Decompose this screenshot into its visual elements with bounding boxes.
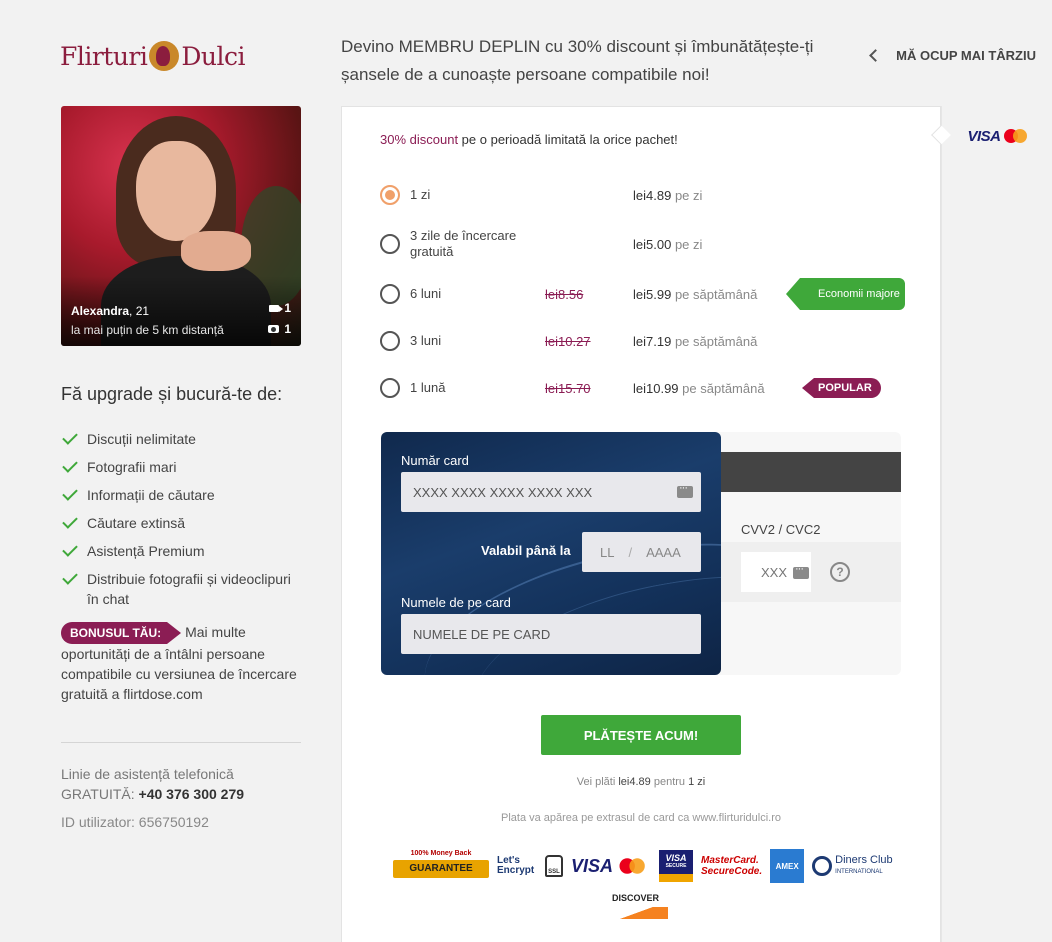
cvv-label: CVV2 / CVC2	[741, 522, 821, 537]
checkmark-icon	[62, 513, 78, 529]
cardholder-name-label: Numele de pe card	[401, 595, 511, 610]
expiry-year: AAAA	[646, 544, 681, 560]
plan-price: lei7.19 pe săptămână	[633, 333, 758, 349]
video-count: 1	[269, 301, 291, 315]
diners-club-logo: Diners Club INTERNATIONAL	[812, 855, 893, 877]
trust-badges: 100% Money Back GUARANTEE Let's Encrypt …	[393, 846, 893, 886]
bonus-section: BONUSUL TĂU: Mai multe oportunități de a …	[61, 622, 301, 704]
profile-photo-hand	[181, 231, 251, 271]
mastercard-icon	[1003, 129, 1028, 143]
cardholder-name-input[interactable]: NUMELE DE PE CARD	[401, 614, 701, 654]
expiry-month: LL	[600, 544, 615, 560]
video-icon	[269, 304, 284, 312]
card-number-label: Număr card	[401, 453, 469, 468]
plan-radio[interactable]	[380, 234, 400, 254]
plan-option-3-months[interactable]: 3 luni lei10.27 lei7.19 pe săptămână	[380, 323, 905, 359]
letsencrypt-badge: Let's Encrypt	[497, 855, 535, 876]
card-number-input[interactable]: XXXX XXXX XXXX XXXX XXX	[401, 472, 701, 512]
user-id: ID utilizator: 656750192	[61, 814, 209, 830]
plan-name: 1 lună	[410, 380, 446, 395]
checkmark-icon	[62, 485, 78, 501]
plan-option-6-months[interactable]: 6 luni lei8.56 lei5.99 pe săptămână Econ…	[380, 276, 905, 312]
statement-note: Plata va apărea pe extrasul de card ca w…	[500, 812, 782, 824]
ssl-lock-icon: SSL	[545, 855, 563, 877]
cvv-help-icon[interactable]: ?	[830, 562, 850, 582]
card-keypad-icon	[793, 563, 809, 579]
benefit-item: Distribuie fotografii și videoclipuri în…	[61, 569, 306, 609]
plan-name: 1 zi	[410, 187, 431, 202]
payment-method-sidebar: VISA	[941, 106, 1052, 942]
camera-icon	[268, 325, 280, 333]
benefits-list: Discuții nelimitate Fotografii mari Info…	[61, 429, 306, 617]
mastercard-icon	[619, 858, 653, 874]
profile-photo-face	[136, 141, 216, 241]
plan-radio[interactable]	[380, 331, 400, 351]
visa-secure-badge: VISA SECURE	[659, 850, 694, 882]
chevron-left-icon	[869, 49, 882, 62]
checkmark-icon	[62, 457, 78, 473]
card-keypad-icon	[677, 482, 693, 498]
profile-distance: la mai puțin de 5 km distanță	[71, 323, 224, 337]
plan-option-1-day[interactable]: 1 zi lei4.89 pe zi	[380, 177, 905, 213]
plan-radio[interactable]	[380, 284, 400, 304]
photo-count: 1	[268, 322, 291, 336]
plan-price: lei5.00 pe zi	[633, 236, 703, 252]
amex-logo: AMEX	[770, 849, 805, 883]
card-front: Număr card XXXX XXXX XXXX XXXX XXX Valab…	[381, 432, 721, 675]
checkmark-icon	[62, 569, 78, 585]
benefit-item: Asistență Premium	[61, 541, 306, 561]
brand-name-part1: Flirturi	[60, 41, 148, 71]
diners-circle-icon	[812, 856, 833, 876]
popular-badge: POPULAR	[802, 378, 881, 398]
money-back-guarantee-badge: 100% Money Back GUARANTEE	[393, 850, 489, 882]
later-button[interactable]: MĂ OCUP MAI TÂRZIU	[869, 48, 1036, 63]
later-label: MĂ OCUP MAI TÂRZIU	[896, 48, 1036, 63]
brand-name-part2: Dulci	[181, 41, 246, 71]
bonus-tag: BONUSUL TĂU:	[61, 622, 182, 645]
plan-radio[interactable]	[380, 185, 400, 205]
plan-radio[interactable]	[380, 378, 400, 398]
valid-until-label: Valabil până la	[481, 543, 571, 558]
discover-stripe	[620, 907, 668, 919]
profile-card[interactable]: Alexandra, 21 la mai puțin de 5 km dista…	[61, 106, 301, 346]
plan-price: lei10.99 pe săptămână	[633, 380, 765, 396]
plan-price: lei5.99 pe săptămână	[633, 286, 758, 302]
upgrade-headline: Devino MEMBRU DEPLIN cu 30% discount și …	[341, 37, 814, 84]
checkmark-icon	[62, 541, 78, 557]
plan-option-3-day-trial[interactable]: 3 zile de încercare gratuită lei5.00 pe …	[380, 226, 905, 262]
payment-method-card-tab[interactable]: VISA	[942, 120, 1052, 152]
expiry-input[interactable]: LL / AAAA	[582, 532, 701, 572]
plan-name: 3 luni	[410, 333, 442, 348]
visa-logo: VISA	[967, 127, 1001, 145]
plan-price: lei4.89 pe zi	[633, 187, 703, 203]
profile-name: Alexandra, 21	[71, 304, 150, 318]
payment-summary: Vei plăti lei4.89 pentru 1 zi	[576, 776, 706, 788]
visa-logo: VISA	[571, 855, 614, 876]
benefit-item: Fotografii mari	[61, 457, 306, 477]
sidebar-divider	[61, 742, 301, 743]
savings-badge: Economii majore	[786, 278, 905, 310]
plan-old-price: lei8.56	[545, 286, 584, 302]
benefit-item: Căutare extinsă	[61, 513, 306, 533]
plan-old-price: lei15.70	[545, 380, 591, 396]
plan-name: 3 zile de încercare gratuită	[410, 228, 517, 259]
logo-mark-icon	[149, 41, 180, 71]
magnetic-stripe	[700, 452, 901, 492]
mastercard-securecode-badge: MasterCard. SecureCode.	[701, 855, 763, 877]
promo-banner: 30% discount pe o perioadă limitată la o…	[380, 132, 678, 147]
support-phone[interactable]: +40 376 300 279	[139, 786, 245, 802]
benefit-item: Informații de căutare	[61, 485, 306, 505]
checkmark-icon	[62, 429, 78, 445]
brand-logo[interactable]: Flirturi Dulci	[60, 36, 246, 76]
benefits-title: Fă upgrade și bucură-te de:	[61, 384, 283, 404]
plan-name: 6 luni	[410, 286, 442, 301]
plan-option-1-month[interactable]: 1 lună lei15.70 lei10.99 pe săptămână PO…	[380, 370, 905, 406]
discover-logo: DISCOVER	[612, 893, 670, 921]
plan-old-price: lei10.27	[545, 333, 591, 349]
pay-now-button[interactable]: PLĂTEȘTE ACUM!	[541, 715, 741, 755]
support-info: Linie de asistență telefonică GRATUITĂ: …	[61, 766, 245, 802]
benefit-item: Discuții nelimitate	[61, 429, 306, 449]
